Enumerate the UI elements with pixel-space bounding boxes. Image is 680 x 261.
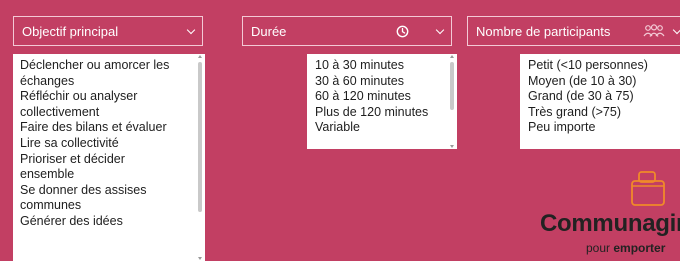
chevron-down-icon	[672, 25, 680, 34]
objectif-options-list[interactable]: Déclencher ou amorcer les échanges Réflé…	[13, 54, 205, 261]
participants-dropdown[interactable]: Nombre de participants	[467, 16, 680, 46]
chevron-down-icon	[435, 25, 445, 34]
option-item[interactable]: Grand (de 30 à 75)	[528, 89, 680, 105]
duree-label: Durée	[251, 23, 287, 39]
scroll-up-arrow[interactable]	[450, 55, 454, 58]
option-item[interactable]: ensemble	[20, 167, 195, 183]
logo-wordmark: Communagir	[540, 210, 680, 237]
chevron-down-icon	[186, 25, 196, 34]
clock-icon	[396, 25, 409, 37]
objectif-dropdown[interactable]: Objectif principal	[13, 16, 203, 46]
option-item[interactable]: échanges	[20, 74, 195, 90]
logo-tagline: pour emporter	[586, 241, 665, 255]
option-item[interactable]: Générer des idées	[20, 214, 195, 230]
option-item[interactable]: Se donner des assises	[20, 183, 195, 199]
scrollbar-thumb[interactable]	[450, 62, 454, 110]
option-item[interactable]: 10 à 30 minutes	[315, 58, 447, 74]
scroll-up-arrow[interactable]	[198, 55, 202, 58]
logo-tagline-prefix: pour	[586, 241, 614, 255]
participants-label: Nombre de participants	[476, 23, 611, 39]
option-item[interactable]: Prioriser et décider	[20, 152, 195, 168]
scrollbar[interactable]	[197, 55, 203, 260]
objectif-label: Objectif principal	[22, 23, 119, 39]
option-item[interactable]: Plus de 120 minutes	[315, 105, 447, 121]
duree-options-list[interactable]: 10 à 30 minutes 30 à 60 minutes 60 à 120…	[307, 54, 457, 149]
participants-options-list[interactable]: Petit (<10 personnes) Moyen (de 10 à 30)…	[520, 54, 680, 149]
scrollbar-thumb[interactable]	[198, 62, 202, 212]
option-item[interactable]: communes	[20, 198, 195, 214]
option-item[interactable]: Peu importe	[528, 120, 680, 136]
option-item[interactable]: Très grand (>75)	[528, 105, 680, 121]
option-item[interactable]: Faire des bilans et évaluer	[20, 120, 195, 136]
option-item[interactable]: 30 à 60 minutes	[315, 74, 447, 90]
scrollbar[interactable]	[449, 55, 455, 148]
option-item[interactable]: collectivement	[20, 105, 195, 121]
option-item[interactable]: Réfléchir ou analyser	[20, 89, 195, 105]
option-item[interactable]: 60 à 120 minutes	[315, 89, 447, 105]
group-icon	[643, 24, 665, 37]
option-item[interactable]: Déclencher ou amorcer les	[20, 58, 195, 74]
option-item[interactable]: Lire sa collectivité	[20, 136, 195, 152]
scroll-down-arrow[interactable]	[450, 145, 454, 148]
logo-tagline-bold: emporter	[613, 241, 666, 255]
option-item[interactable]: Moyen (de 10 à 30)	[528, 74, 680, 90]
option-item[interactable]: Petit (<10 personnes)	[528, 58, 680, 74]
scroll-down-arrow[interactable]	[198, 257, 202, 260]
option-item[interactable]: Variable	[315, 120, 447, 136]
briefcase-icon	[631, 171, 665, 206]
duree-dropdown[interactable]: Durée	[242, 16, 452, 46]
